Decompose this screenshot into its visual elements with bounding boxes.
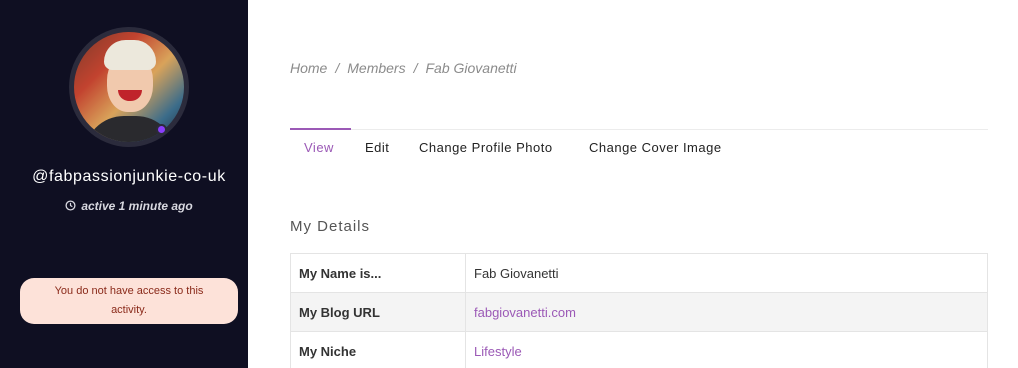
profile-sidebar: @fabpassionjunkie-co-uk active 1 minute … [0,0,248,368]
avatar-hair [104,40,156,70]
tab-view[interactable]: View [304,140,334,155]
breadcrumb-separator: / [413,60,418,76]
breadcrumb-separator: / [335,60,340,76]
tab-edit[interactable]: Edit [365,140,389,155]
clock-icon [65,200,76,211]
table-row: My Name is... Fab Giovanetti [290,253,988,293]
tabs-divider [290,129,988,130]
breadcrumb-members[interactable]: Members [347,60,405,76]
field-value: Fab Giovanetti [465,253,988,293]
breadcrumb-current: Fab Giovanetti [425,60,517,76]
last-active-status: active 1 minute ago [0,199,258,213]
avatar[interactable] [74,32,184,142]
tab-change-cover-image[interactable]: Change Cover Image [589,140,722,155]
field-label: My Blog URL [290,292,466,332]
access-denied-notice: You do not have access to this activity. [20,278,238,324]
section-title: My Details [290,218,371,235]
field-label: My Niche [290,331,466,368]
avatar-frame [69,27,189,147]
tab-change-profile-photo[interactable]: Change Profile Photo [419,140,553,155]
last-active-text: active 1 minute ago [81,199,193,213]
table-row: My Niche Lifestyle [290,331,988,368]
breadcrumb-home[interactable]: Home [290,60,327,76]
details-table: My Name is... Fab Giovanetti My Blog URL… [290,253,988,368]
niche-link[interactable]: Lifestyle [465,331,988,368]
table-row: My Blog URL fabgiovanetti.com [290,292,988,332]
active-tab-indicator [290,128,351,130]
profile-username: @fabpassionjunkie-co-uk [32,168,226,185]
blog-url-link[interactable]: fabgiovanetti.com [465,292,988,332]
field-label: My Name is... [290,253,466,293]
breadcrumb: Home / Members / Fab Giovanetti [290,60,517,76]
online-status-indicator [156,124,167,135]
